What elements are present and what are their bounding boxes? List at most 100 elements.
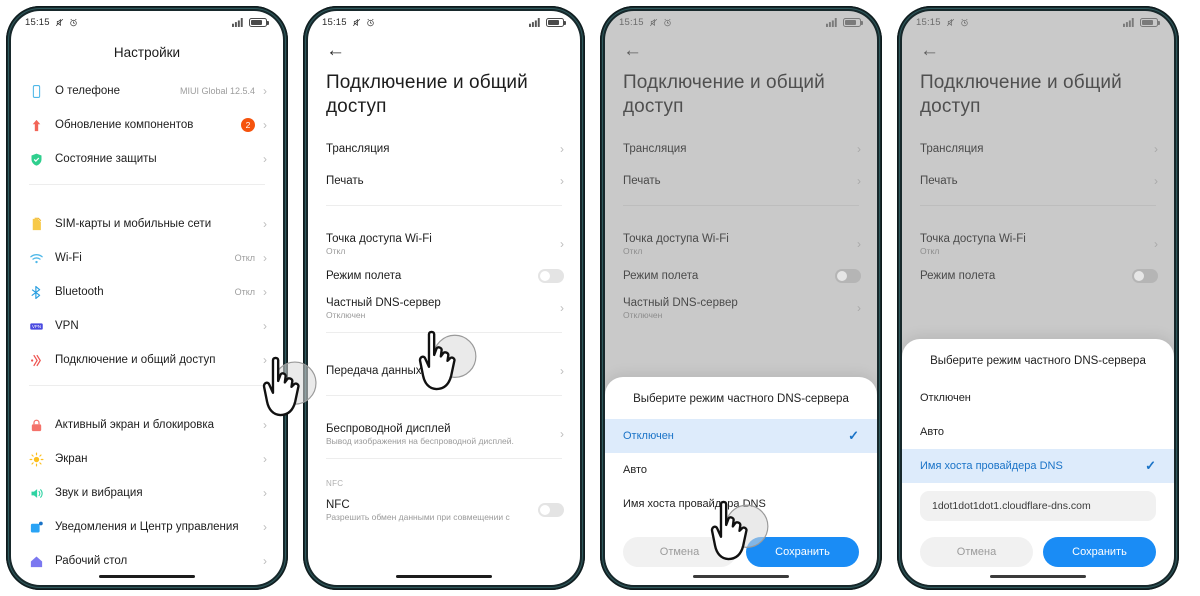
dialog-option-auto[interactable]: Авто [902,415,1174,449]
list-item-private-dns[interactable]: Частный DNS-сервер Отключен › [308,292,580,324]
save-button[interactable]: Сохранить [1043,537,1156,567]
save-button[interactable]: Сохранить [746,537,859,567]
back-button[interactable]: ← [308,33,580,63]
battery-icon [843,17,863,27]
list-item-label: Частный DNS-сервер [623,296,738,309]
mute-icon [55,18,64,27]
divider [920,205,1156,206]
alarm-icon [366,18,375,27]
list-item-nfc[interactable]: NFC Разрешить обмен данными при совмещен… [308,494,580,526]
list-item-sublabel: Отключен [326,309,366,320]
list-item-wifi-hotspot[interactable]: Точка доступа Wi-Fi Откл › [605,228,877,260]
section-label-nfc: NFC [326,479,344,488]
notifications-icon [29,520,55,535]
list-item-wifi-hotspot[interactable]: Точка доступа Wi-Fi Откл › [902,228,1174,260]
nfc-toggle[interactable] [538,503,564,517]
chevron-right-icon: › [1154,237,1158,251]
chevron-right-icon: › [857,174,861,188]
chevron-right-icon: › [560,364,564,378]
status-badge: 2 [241,118,255,132]
list-item-cast[interactable]: Трансляция › [605,133,877,165]
list-item-label: Точка доступа Wi-Fi [920,232,1026,245]
phone-1-screen: 15:15 Настройки О телефоне MIUI Global 1… [11,11,283,585]
sidebar-item-connection-sharing[interactable]: Подключение и общий доступ › [11,343,283,377]
dns-hostname-input[interactable]: 1dot1dot1dot1.cloudflare-dns.com [920,491,1156,521]
screenshot-stage: 15:15 Настройки О телефоне MIUI Global 1… [0,0,1200,596]
page-title: Настройки [113,45,181,60]
back-button[interactable]: ← [605,33,877,63]
dialog-actions: Отмена Сохранить [605,521,877,573]
list-item-label: Трансляция [326,143,390,155]
airplane-mode-toggle[interactable] [835,269,861,283]
sidebar-item-sound-vibration[interactable]: Звук и вибрация › [11,476,283,510]
status-bar: 15:15 [605,11,877,33]
list-item-airplane-mode[interactable]: Режим полета [308,260,580,292]
lock-icon [29,418,55,433]
sidebar-item-bluetooth[interactable]: Bluetooth Откл › [11,275,283,309]
sidebar-item-display[interactable]: Экран › [11,442,283,476]
list-item-wifi-hotspot[interactable]: Точка доступа Wi-Fi Откл › [308,228,580,260]
sidebar-item-security-status[interactable]: Состояние защиты › [11,142,283,176]
phone-2-screen: 15:15 ← Подключение и общий доступ Транс… [308,11,580,585]
chevron-right-icon: › [560,427,564,441]
list-item-value: Откл [234,253,255,263]
sidebar-item-lockscreen[interactable]: Активный экран и блокировка › [11,408,283,442]
home-indicator [99,575,195,578]
sidebar-item-sim-networks[interactable]: SIM-карты и мобильные сети › [11,207,283,241]
back-arrow-icon: ← [326,40,345,61]
list-item-label: NFC [326,498,350,511]
list-item-label: SIM-карты и мобильные сети [55,218,212,230]
divider [29,385,265,386]
sidebar-item-component-update[interactable]: Обновление компонентов 2 › [11,108,283,142]
sidebar-item-notifications[interactable]: Уведомления и Центр управления › [11,510,283,544]
chevron-right-icon: › [857,142,861,156]
cancel-button[interactable]: Отмена [920,537,1033,567]
back-button[interactable]: ← [902,33,1174,63]
list-item-cast[interactable]: Трансляция › [902,133,1174,165]
status-time: 15:15 [322,16,347,28]
cancel-button[interactable]: Отмена [623,537,736,567]
list-item-label: Wi-Fi [55,252,82,264]
dialog-option-hostname[interactable]: Имя хоста провайдера DNS [605,487,877,521]
dialog-option-off[interactable]: Отключен [902,381,1174,415]
list-item-cast[interactable]: Трансляция › [308,133,580,165]
home-indicator [990,575,1086,578]
list-item-print[interactable]: Печать › [308,165,580,197]
home-icon [29,554,55,569]
sidebar-item-vpn[interactable]: VPN VPN › [11,309,283,343]
vpn-icon: VPN [29,319,55,334]
status-time: 15:15 [916,16,941,28]
list-item-print[interactable]: Печать › [902,165,1174,197]
dialog-option-label: Отключен [623,430,674,442]
sidebar-item-about-phone[interactable]: О телефоне MIUI Global 12.5.4 › [11,74,283,108]
dialog-option-off[interactable]: Отключен ✓ [605,419,877,453]
list-item-wireless-display[interactable]: Беспроводной дисплей Вывод изображения н… [308,418,580,450]
list-item-label: Частный DNS-сервер [326,296,441,309]
list-item-airplane-mode[interactable]: Режим полета [605,260,877,292]
divider [326,395,562,396]
phone-4-screen: 15:15 ← Подключение и общий доступ Транс… [902,11,1174,585]
dialog-option-auto[interactable]: Авто [605,453,877,487]
airplane-mode-toggle[interactable] [538,269,564,283]
sidebar-item-wifi[interactable]: Wi-Fi Откл › [11,241,283,275]
up-arrow-icon [29,118,55,133]
list-item-airplane-mode[interactable]: Режим полета [902,260,1174,292]
list-item-data-transfer[interactable]: Передача данных › [308,355,580,387]
alarm-icon [960,18,969,27]
mute-icon [946,18,955,27]
phone-3-screen: 15:15 ← Подключение и общий доступ Транс… [605,11,877,585]
list-item-label: Трансляция [623,143,687,155]
list-item-print[interactable]: Печать › [605,165,877,197]
dialog-option-hostname[interactable]: Имя хоста провайдера DNS ✓ [902,449,1174,483]
shield-check-icon [29,152,55,167]
sidebar-item-home-screen[interactable]: Рабочий стол › [11,544,283,578]
list-item-private-dns[interactable]: Частный DNS-сервер Отключен › [605,292,877,324]
list-item-label: Печать [326,175,364,187]
list-item-sublabel: Откл [326,245,346,256]
airplane-mode-toggle[interactable] [1132,269,1158,283]
dialog-title: Выберите режим частного DNS-сервера [633,393,849,405]
private-dns-dialog: Выберите режим частного DNS-сервера Откл… [605,377,877,585]
